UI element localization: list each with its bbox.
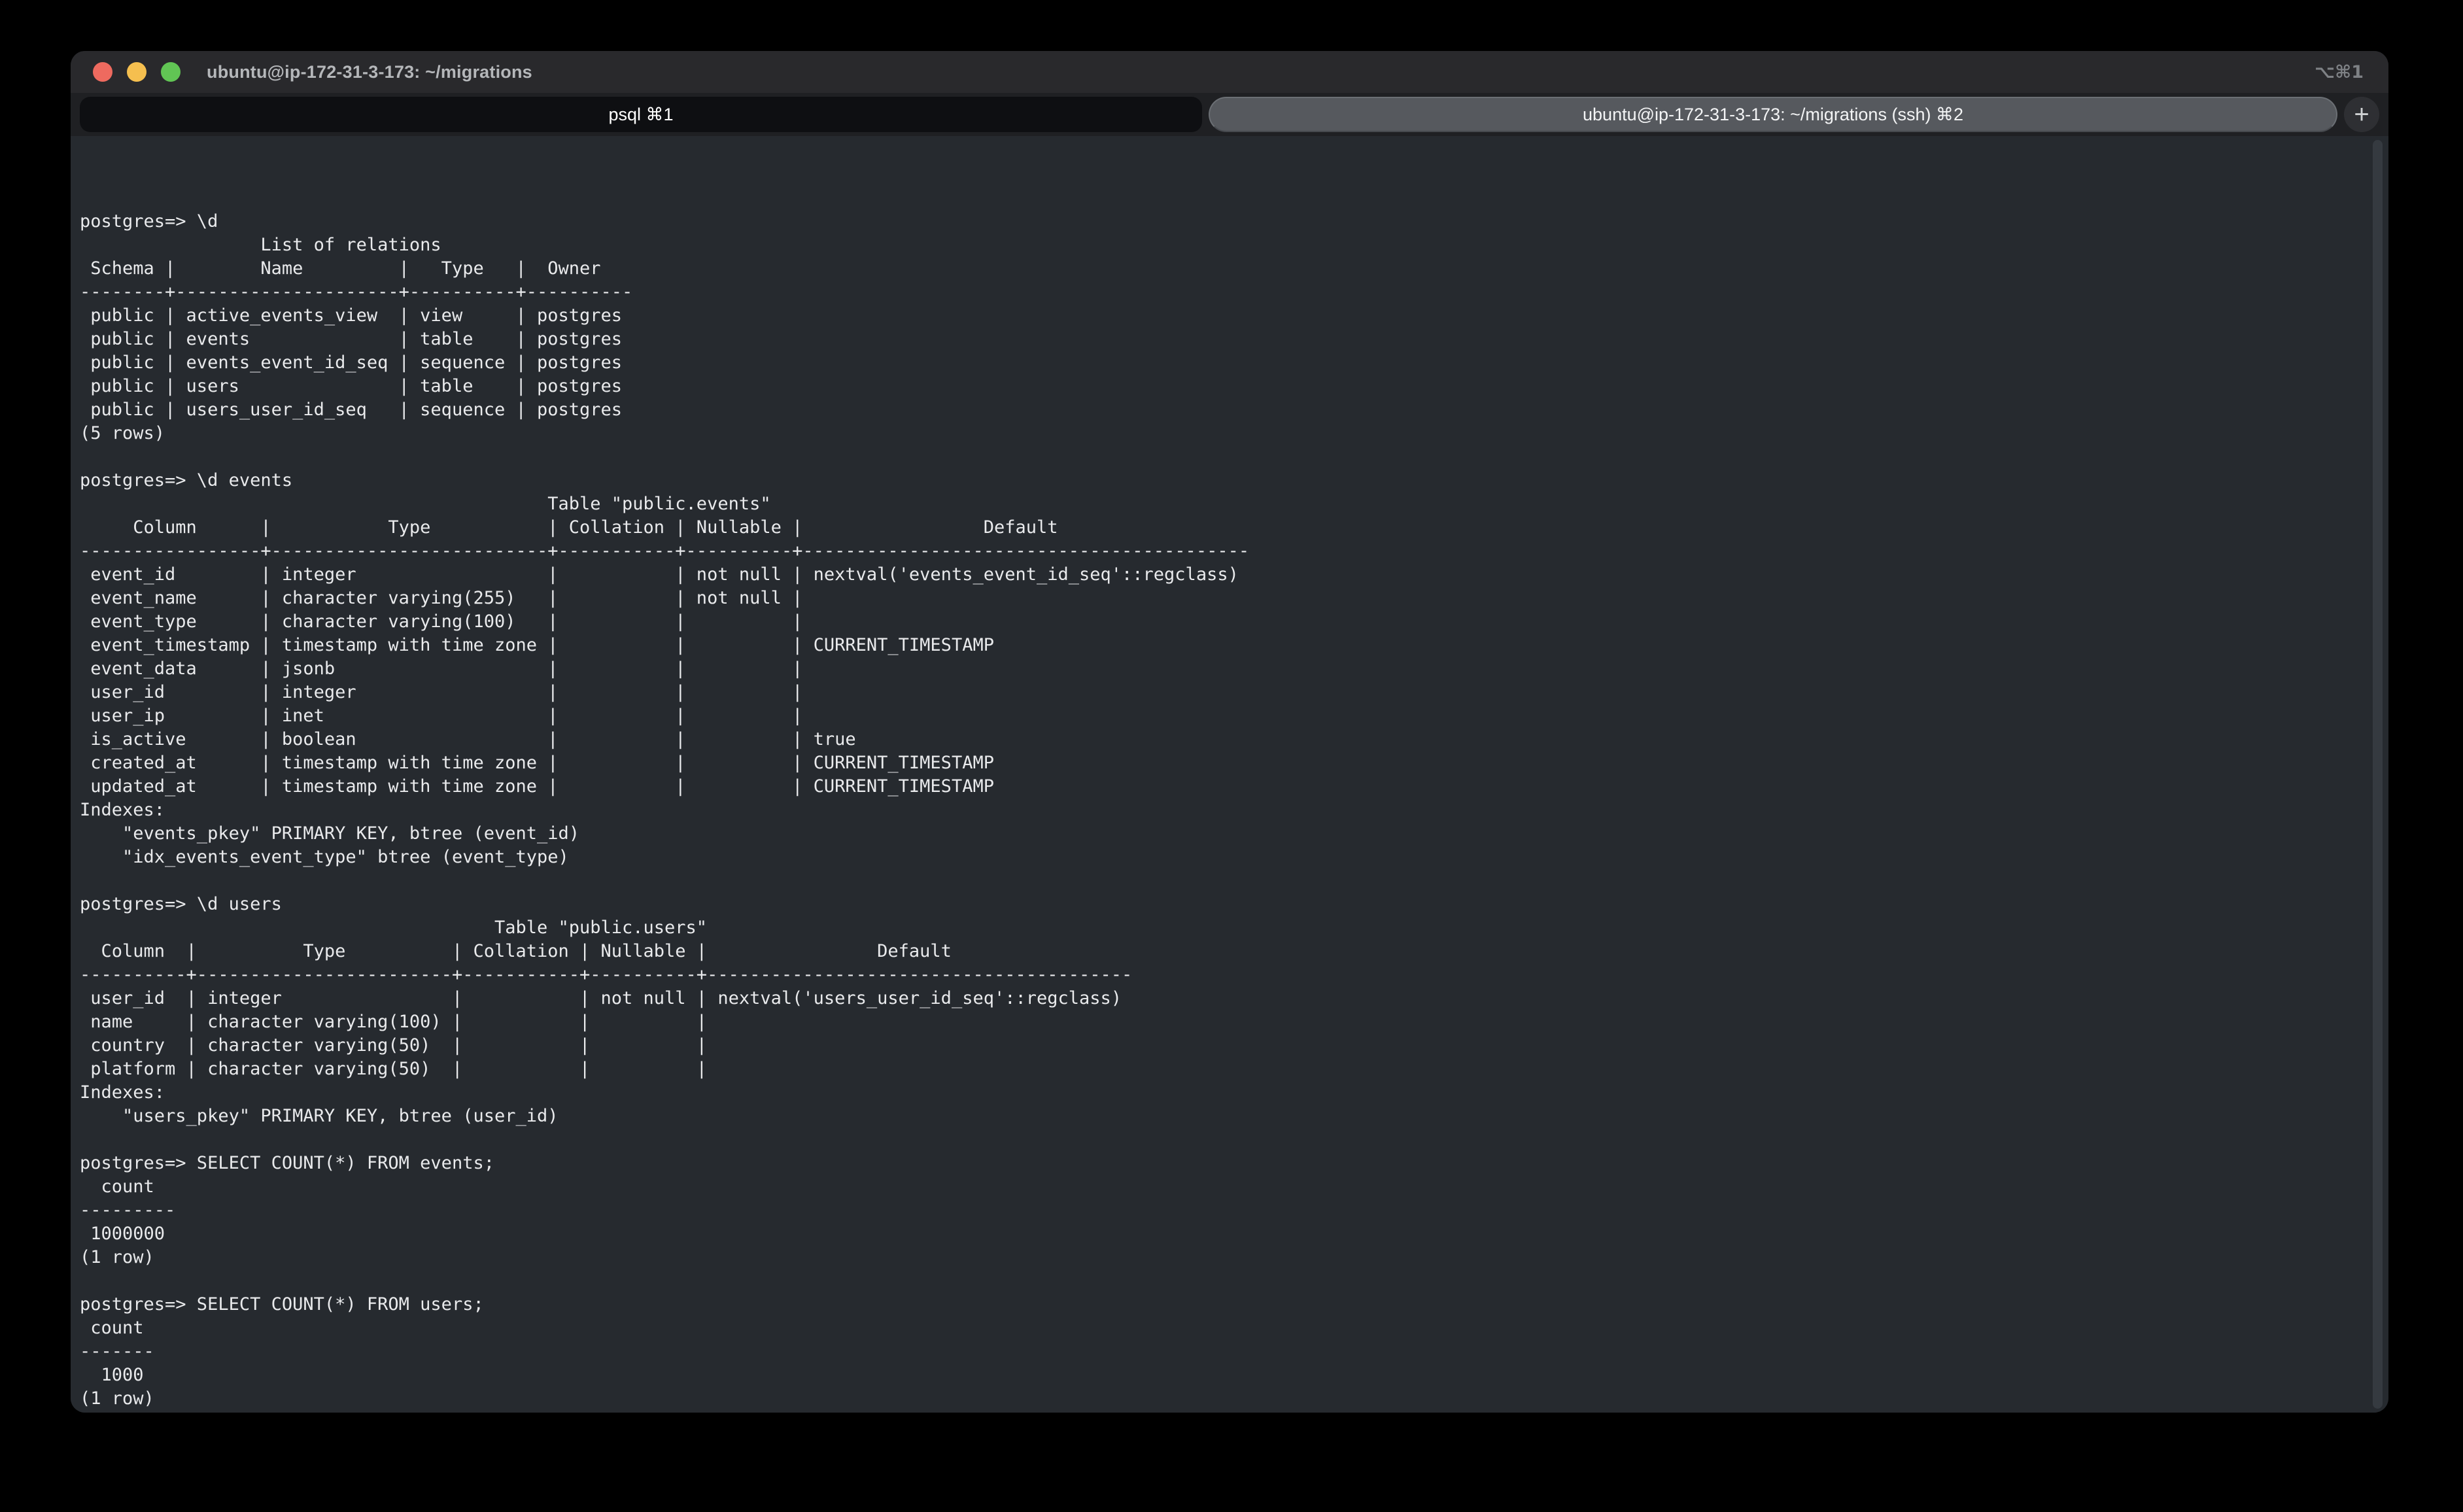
zoom-button[interactable] <box>161 62 181 82</box>
tab-bar: psql ⌘1 ubuntu@ip-172-31-3-173: ~/migrat… <box>71 93 2388 136</box>
tab-ssh-migrations[interactable]: ubuntu@ip-172-31-3-173: ~/migrations (ss… <box>1209 97 2337 132</box>
window-titlebar[interactable]: ubuntu@ip-172-31-3-173: ~/migrations ⌥⌘1 <box>71 51 2388 93</box>
window-shortcut-hint: ⌥⌘1 <box>2315 62 2364 82</box>
terminal-content[interactable]: postgres=> \d List of relations Schema |… <box>71 136 2388 1413</box>
window-title: ubuntu@ip-172-31-3-173: ~/migrations <box>207 62 532 82</box>
new-tab-button[interactable]: + <box>2344 97 2379 132</box>
minimize-button[interactable] <box>127 62 146 82</box>
close-button[interactable] <box>93 62 112 82</box>
terminal-window: ubuntu@ip-172-31-3-173: ~/migrations ⌥⌘1… <box>71 51 2388 1413</box>
tab-ssh-migrations-label: ubuntu@ip-172-31-3-173: ~/migrations (ss… <box>1583 105 1963 125</box>
tab-psql[interactable]: psql ⌘1 <box>80 97 1202 132</box>
scrollbar[interactable] <box>2371 140 2383 1409</box>
traffic-lights <box>93 62 181 82</box>
scrollbar-thumb[interactable] <box>2373 140 2383 1409</box>
terminal-output: postgres=> \d List of relations Schema |… <box>80 210 2388 1411</box>
plus-icon: + <box>2354 101 2369 128</box>
tab-psql-label: psql ⌘1 <box>608 105 673 125</box>
